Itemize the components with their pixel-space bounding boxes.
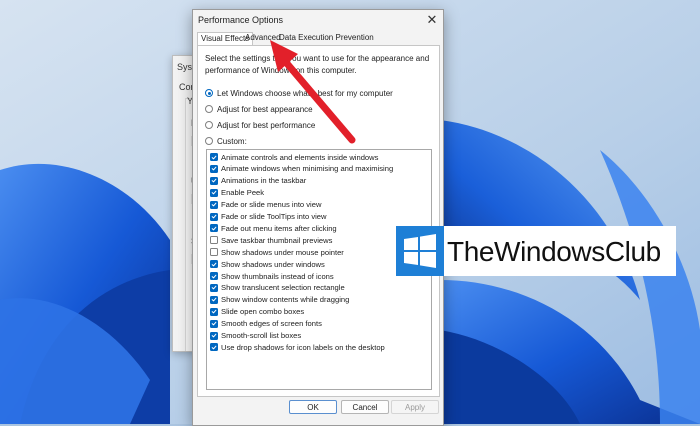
visual-effects-panel: Select the settings that you want to use…: [197, 45, 440, 397]
effect-label: Show shadows under windows: [221, 259, 325, 269]
effect-item[interactable]: Save taskbar thumbnail previews: [210, 234, 332, 246]
effect-label: Fade or slide ToolTips into view: [221, 212, 327, 221]
dialog-title: Performance Options: [198, 15, 284, 25]
checkbox-unchecked[interactable]: [210, 248, 218, 257]
performance-options-dialog: Performance Options ✕ Visual Effects Adv…: [192, 9, 444, 426]
checkbox-checked[interactable]: [210, 153, 218, 161]
close-icon[interactable]: ✕: [424, 12, 440, 28]
panel-description: Select the settings that you want to use…: [205, 54, 430, 75]
effect-label: Use drop shadows for icon labels on the …: [221, 342, 385, 352]
effect-label: Fade out menu items after clicking: [221, 223, 337, 233]
radio-label: Custom:: [217, 136, 247, 146]
ok-button[interactable]: OK: [289, 400, 337, 414]
checkbox-checked[interactable]: [210, 331, 218, 340]
dialog-titlebar[interactable]: Performance Options ✕: [193, 10, 443, 32]
effect-label: Animate controls and elements inside win…: [221, 152, 379, 162]
radio-button[interactable]: [205, 105, 213, 113]
tab-advanced[interactable]: Advanced: [245, 33, 281, 42]
checkbox-checked[interactable]: [210, 319, 218, 328]
effect-item[interactable]: Animate controls and elements inside win…: [210, 151, 378, 163]
radio-button[interactable]: [205, 89, 213, 97]
effect-item[interactable]: Show translucent selection rectangle: [210, 282, 345, 294]
radio-label: Let Windows choose what's best for my co…: [217, 88, 393, 98]
effect-label: Show translucent selection rectangle: [221, 283, 345, 293]
effect-item[interactable]: Slide open combo boxes: [210, 306, 304, 318]
effect-item[interactable]: Fade out menu items after clicking: [210, 222, 337, 234]
effect-item[interactable]: Animations in the taskbar: [210, 175, 306, 187]
checkbox-checked[interactable]: [210, 188, 218, 197]
radio-label: Adjust for best appearance: [217, 104, 313, 114]
radio-label: Adjust for best performance: [217, 120, 316, 130]
effect-label: Animations in the taskbar: [221, 176, 307, 186]
effect-item[interactable]: Fade or slide ToolTips into view: [210, 211, 327, 223]
effect-label: Save taskbar thumbnail previews: [221, 235, 333, 245]
cancel-button[interactable]: Cancel: [341, 400, 389, 414]
apply-button[interactable]: Apply: [391, 400, 439, 414]
checkbox-checked[interactable]: [210, 343, 218, 352]
radio-custom[interactable]: Custom:: [205, 135, 247, 147]
effect-item[interactable]: Fade or slide menus into view: [210, 199, 321, 211]
effect-label: Show shadows under mouse pointer: [221, 247, 344, 257]
checkbox-checked[interactable]: [210, 283, 218, 292]
checkbox-checked[interactable]: [210, 272, 218, 280]
checkbox-checked[interactable]: [210, 176, 218, 185]
effect-item[interactable]: Show shadows under mouse pointer: [210, 246, 344, 258]
checkbox-checked[interactable]: [210, 260, 218, 269]
effect-label: Slide open combo boxes: [221, 307, 305, 317]
effect-label: Smooth edges of screen fonts: [221, 319, 322, 329]
radio-button[interactable]: [205, 121, 213, 129]
effect-item[interactable]: Smooth-scroll list boxes: [210, 330, 301, 342]
effect-label: Animate windows when minimising and maxi…: [221, 164, 394, 174]
effect-label: Enable Peek: [221, 188, 265, 198]
watermark-text: TheWindowsClub: [447, 236, 661, 267]
radio-let-windows-choose[interactable]: Let Windows choose what's best for my co…: [205, 87, 393, 99]
effect-item[interactable]: Use drop shadows for icon labels on the …: [210, 341, 385, 353]
radio-best-appearance[interactable]: Adjust for best appearance: [205, 103, 313, 115]
radio-button[interactable]: [205, 137, 213, 145]
checkbox-checked[interactable]: [210, 212, 218, 221]
radio-best-performance[interactable]: Adjust for best performance: [205, 119, 315, 131]
checkbox-checked[interactable]: [210, 164, 218, 173]
tab-data-execution-prevention[interactable]: Data Execution Prevention: [279, 33, 374, 42]
effect-label: Show thumbnails instead of icons: [221, 271, 334, 281]
effect-item[interactable]: Animate windows when minimising and maxi…: [210, 163, 393, 175]
effect-item[interactable]: Show thumbnails instead of icons: [210, 270, 334, 282]
checkbox-checked[interactable]: [210, 307, 218, 316]
effect-item[interactable]: Smooth edges of screen fonts: [210, 318, 322, 330]
dialog-footer: OK Cancel Apply: [193, 395, 443, 425]
effect-label: Fade or slide menus into view: [221, 200, 322, 210]
effect-item[interactable]: Show shadows under windows: [210, 258, 325, 270]
checkbox-checked[interactable]: [210, 224, 218, 233]
checkbox-checked[interactable]: [210, 200, 218, 209]
checkbox-unchecked[interactable]: [210, 236, 218, 245]
windows-logo-icon: [396, 226, 444, 276]
effect-item[interactable]: Show window contents while dragging: [210, 294, 349, 306]
effect-label: Smooth-scroll list boxes: [221, 331, 302, 340]
checkbox-checked[interactable]: [210, 295, 218, 304]
effect-label: Show window contents while dragging: [221, 295, 350, 305]
effect-item[interactable]: Enable Peek: [210, 187, 264, 199]
